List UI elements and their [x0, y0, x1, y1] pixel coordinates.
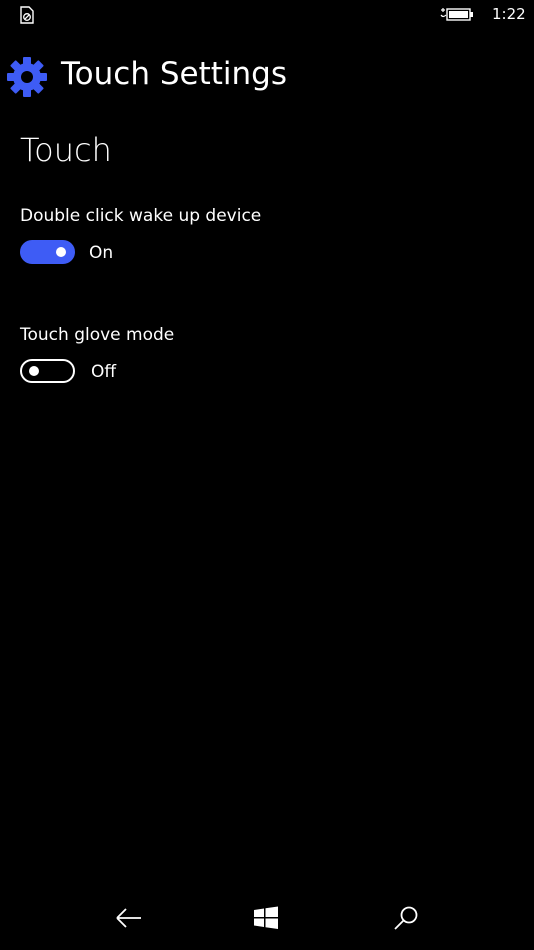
- navigation-bar: [0, 890, 534, 950]
- app-header: Touch Settings: [0, 52, 534, 102]
- page-title: Touch Settings: [61, 56, 287, 92]
- windows-logo-icon[interactable]: [246, 898, 286, 938]
- touch-glove-mode-label: Touch glove mode: [20, 325, 175, 345]
- double-click-wake-label: Double click wake up device: [20, 206, 262, 226]
- touch-glove-mode-state: Off: [91, 362, 117, 382]
- touch-glove-mode-toggle[interactable]: [20, 359, 75, 383]
- toggle-knob: [56, 247, 66, 257]
- section-title: Touch: [20, 131, 112, 169]
- gear-icon: [7, 57, 47, 97]
- double-click-wake-toggle[interactable]: [20, 240, 75, 264]
- status-time: 1:22: [492, 5, 526, 23]
- status-bar: 1:22: [0, 0, 534, 32]
- back-arrow-icon[interactable]: [108, 898, 148, 938]
- battery-charging-icon: [440, 8, 473, 21]
- double-click-wake-state: On: [89, 243, 114, 263]
- search-icon[interactable]: [386, 898, 426, 938]
- no-sim-icon: [20, 6, 34, 24]
- toggle-knob: [29, 366, 39, 376]
